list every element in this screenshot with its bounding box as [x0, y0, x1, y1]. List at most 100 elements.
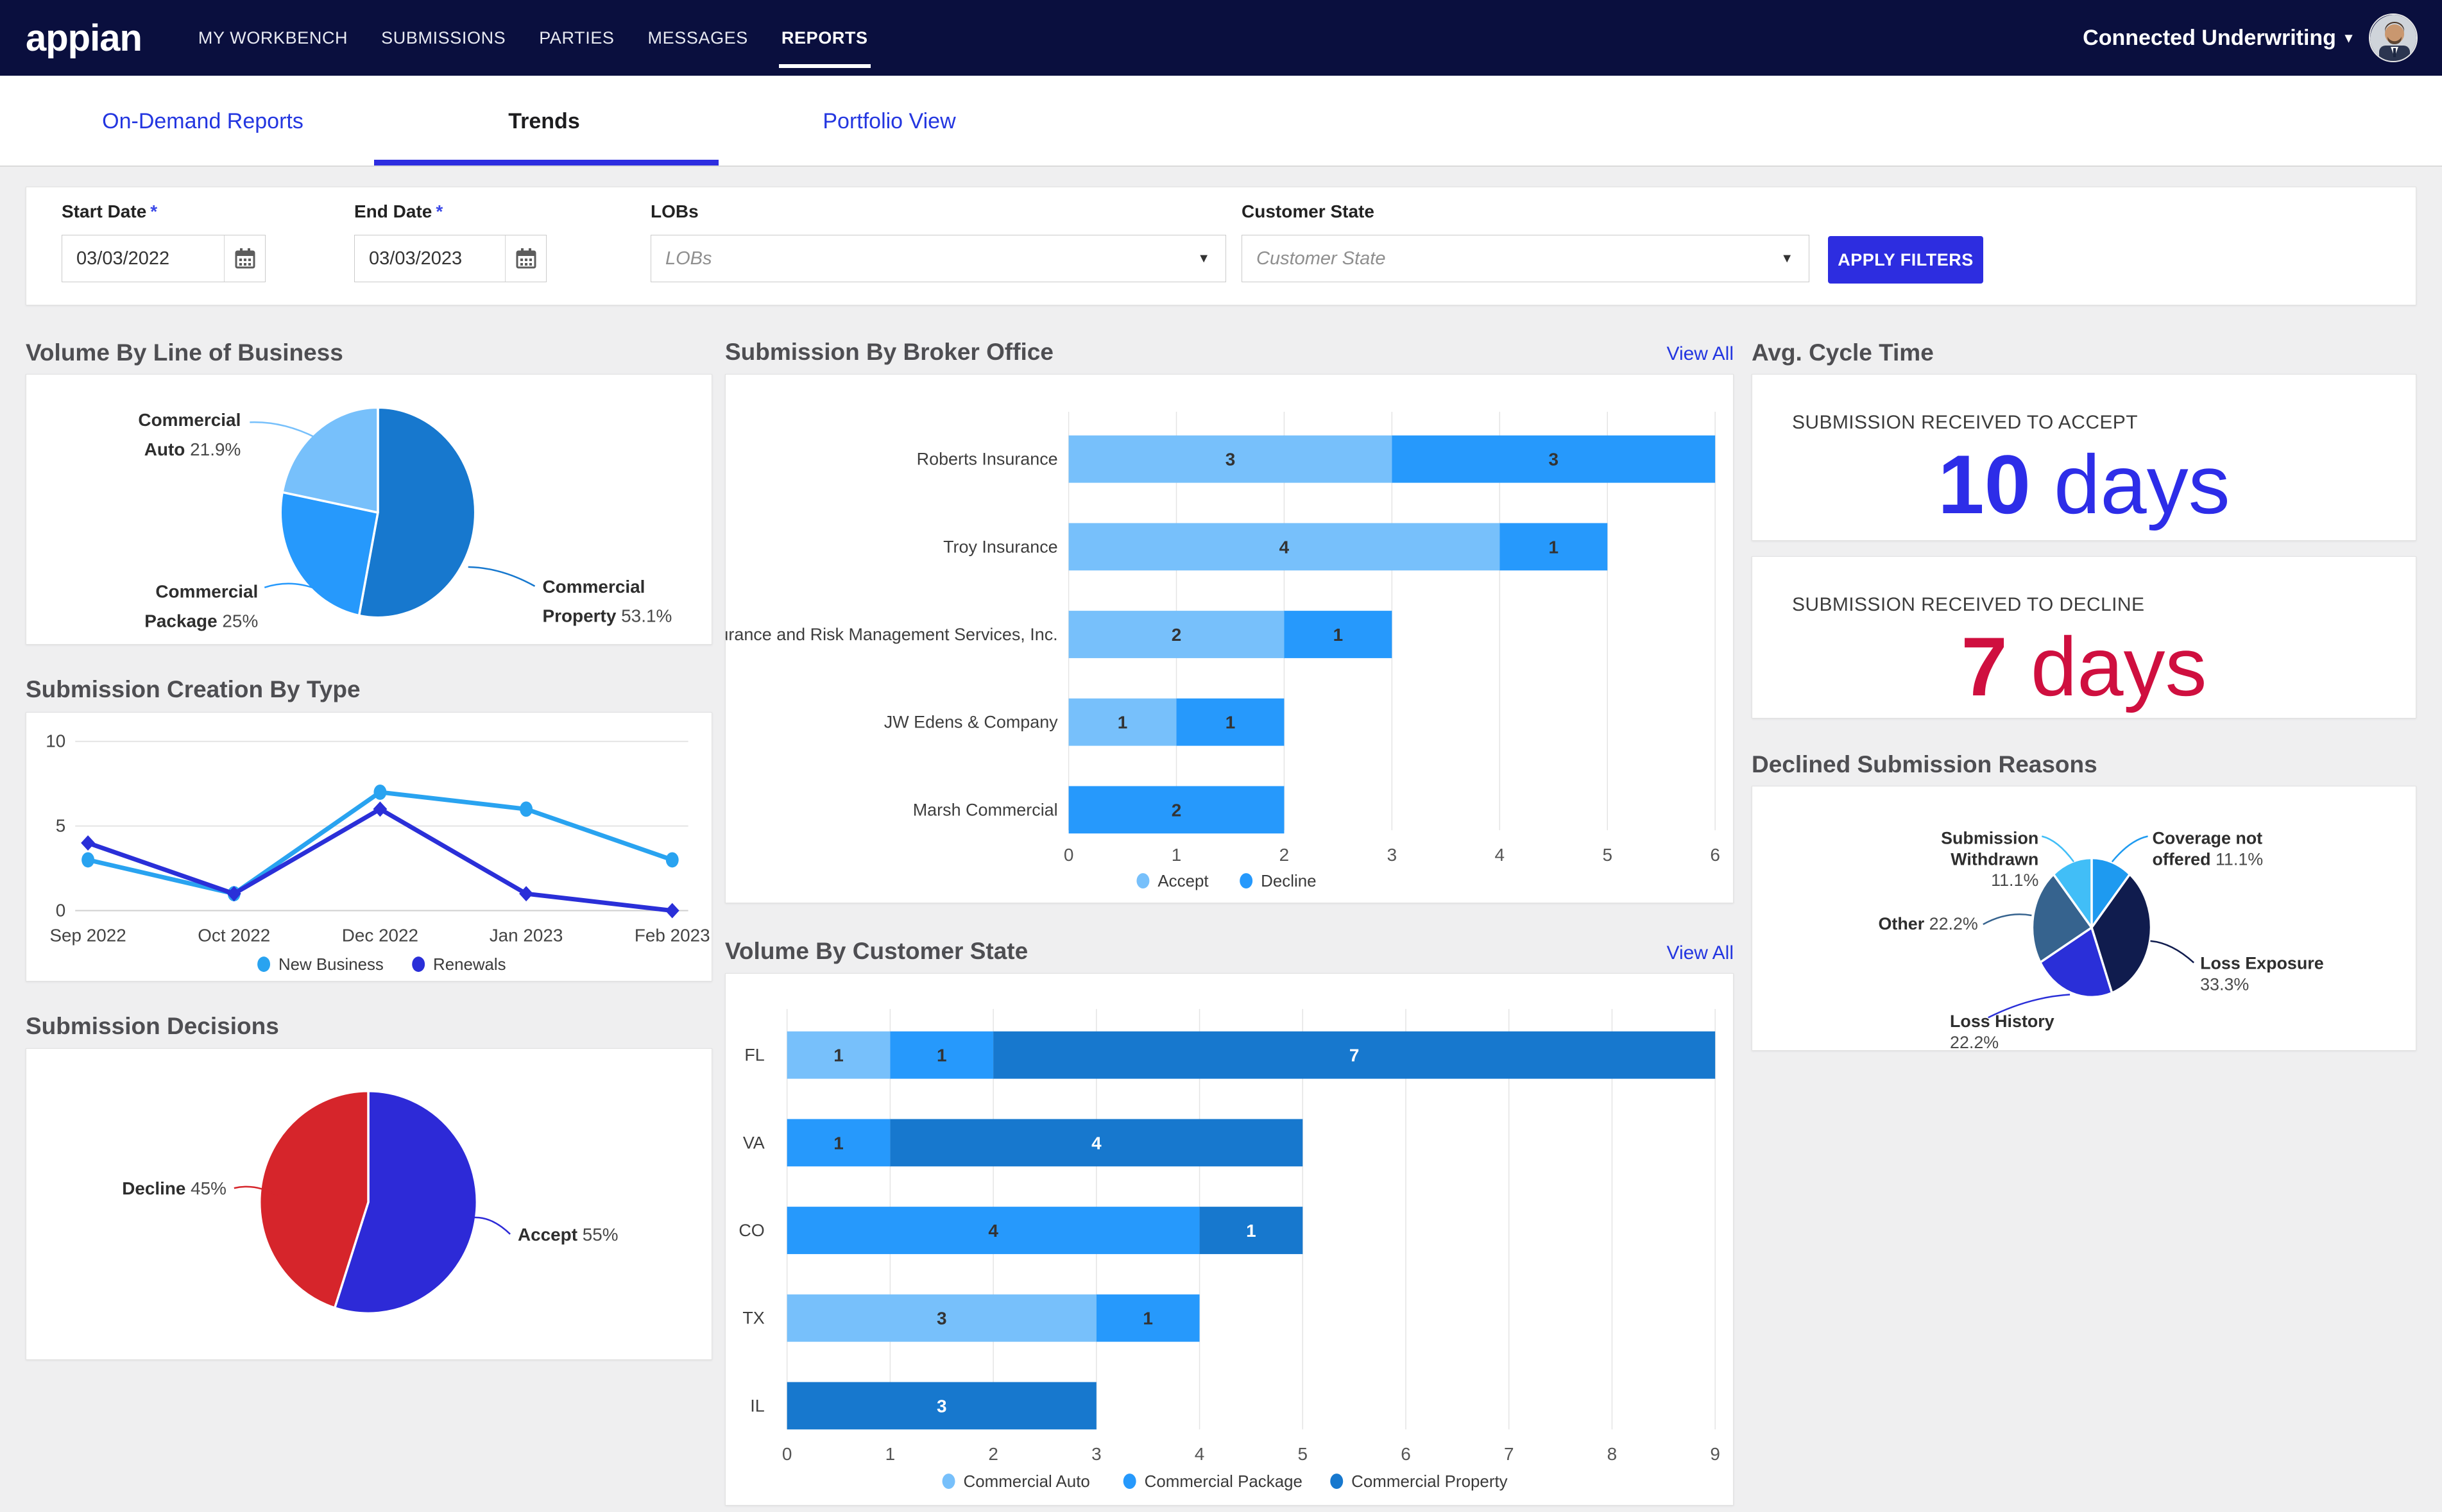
filters-panel: Start Date * 03/03/2022 End Date * 03/03/2… [26, 187, 2416, 305]
svg-text:Commercial Package: Commercial Package [1145, 1473, 1302, 1491]
svg-text:JW Edens & Company: JW Edens & Company [884, 713, 1058, 732]
svg-text:2: 2 [1172, 625, 1182, 645]
svg-text:2: 2 [1279, 845, 1290, 865]
start-date-value: 03/03/2022 [76, 248, 170, 269]
broker-office-view-all-link[interactable]: View All [1666, 343, 1734, 365]
svg-text:FL: FL [744, 1046, 764, 1065]
volume-by-lob-pie-chart: Commercial Auto 21.9% Commercial Property 5… [26, 375, 712, 644]
user-avatar[interactable] [2369, 13, 2418, 62]
cycle-accept-label: SUBMISSION RECEIVED TO ACCEPT [1792, 412, 2138, 433]
nav-item-submissions[interactable]: SUBMISSIONS [381, 0, 506, 76]
volume-by-lob-title: Volume By Line of Business [26, 339, 343, 366]
customer-state-select[interactable]: Customer State ▼ [1242, 235, 1809, 282]
svg-text:Decline: Decline [1261, 872, 1316, 890]
cycle-time-decline-card: SUBMISSION RECEIVED TO DECLINE 7 days [1752, 556, 2416, 718]
calendar-icon [235, 248, 255, 269]
start-date-label: Start Date * [62, 201, 158, 221]
svg-text:Other 22.2%: Other 22.2% [1879, 914, 1978, 933]
svg-text:offered 11.1%: offered 11.1% [2152, 849, 2263, 869]
svg-text:11.1%: 11.1% [1991, 871, 2038, 890]
svg-text:Property 53.1%: Property 53.1% [542, 606, 672, 626]
svg-text:IL: IL [750, 1396, 764, 1415]
svg-text:Dec 2022: Dec 2022 [342, 925, 418, 945]
cycle-time-title: Avg. Cycle Time [1752, 339, 1934, 366]
tab-trends[interactable]: Trends [508, 76, 579, 167]
svg-text:Coverage not: Coverage not [2152, 829, 2262, 848]
svg-text:CO: CO [739, 1221, 764, 1240]
required-marker: * [436, 201, 443, 221]
svg-text:1: 1 [937, 1046, 947, 1066]
svg-text:1: 1 [1143, 1309, 1153, 1329]
nav-item-parties[interactable]: PARTIES [539, 0, 614, 76]
svg-text:5: 5 [1298, 1444, 1308, 1464]
svg-text:3: 3 [937, 1309, 947, 1329]
customer-state-placeholder: Customer State [1256, 248, 1386, 269]
calendar-picker-button[interactable] [505, 235, 546, 282]
svg-text:1: 1 [1246, 1221, 1256, 1241]
calendar-icon [516, 248, 536, 269]
svg-text:9: 9 [1710, 1444, 1720, 1464]
broker-office-title: Submission By Broker Office [725, 339, 1054, 365]
tab-on-demand-reports[interactable]: On-Demand Reports [102, 76, 303, 167]
svg-text:8: 8 [1607, 1444, 1618, 1464]
customer-state-header: Volume By Customer State View All [725, 938, 1734, 966]
declined-reasons-card: Submission Withdrawn 11.1% Coverage not offe… [1752, 786, 2416, 1052]
customer-state-view-all-link[interactable]: View All [1666, 942, 1734, 964]
svg-text:3: 3 [1091, 1444, 1102, 1464]
nav-item-my-workbench[interactable]: MY WORKBENCH [198, 0, 348, 76]
tab-portfolio-view[interactable]: Portfolio View [823, 76, 955, 167]
apply-filters-button[interactable]: APPLY FILTERS [1828, 236, 1983, 284]
chevron-down-icon: ▾ [2344, 30, 2352, 46]
top-navigation: appian MY WORKBENCH SUBMISSIONS PARTIES … [0, 0, 2442, 76]
svg-text:1: 1 [885, 1444, 896, 1464]
active-tab-indicator [374, 160, 719, 166]
chevron-down-icon: ▼ [1197, 251, 1210, 266]
svg-text:6: 6 [1401, 1444, 1411, 1464]
declined-reasons-title: Declined Submission Reasons [1752, 751, 2097, 777]
svg-text:Roberts Insurance: Roberts Insurance [917, 450, 1058, 469]
svg-text:1: 1 [1333, 625, 1344, 645]
submission-decisions-card: Decline 45% Accept 55% [26, 1048, 712, 1360]
svg-text:Commercial: Commercial [155, 582, 258, 602]
svg-text:6: 6 [1710, 845, 1720, 865]
end-date-label: End Date * [354, 201, 443, 221]
svg-text:5: 5 [1602, 845, 1612, 865]
start-date-input[interactable]: 03/03/2022 [62, 235, 266, 282]
broker-office-bar-chart: 0 1 2 3 4 5 6 3 3 Roberts Insurance 4 1 Troy Insuran… [696, 375, 1733, 903]
svg-text:1: 1 [1118, 713, 1128, 733]
creation-by-type-card: 0 5 10 Sep 2022 Oct 2022 Dec 2022 Jan 2023 Feb … [26, 712, 712, 981]
svg-text:4: 4 [1495, 845, 1505, 865]
cycle-decline-label: SUBMISSION RECEIVED TO DECLINE [1792, 594, 2145, 615]
submission-decisions-title: Submission Decisions [26, 1013, 279, 1039]
svg-text:33.3%: 33.3% [2200, 974, 2249, 994]
submission-decisions-pie-chart: Decline 45% Accept 55% [26, 1049, 712, 1359]
svg-text:2: 2 [1172, 800, 1182, 820]
appian-logo: appian [26, 17, 142, 59]
cycle-decline-value: 7 days [1961, 620, 2207, 713]
lobs-select[interactable]: LOBs ▼ [651, 235, 1226, 282]
svg-text:3: 3 [1225, 450, 1236, 470]
svg-text:Troy Insurance: Troy Insurance [943, 537, 1058, 556]
chevron-down-icon: ▼ [1780, 251, 1793, 266]
end-date-input[interactable]: 03/03/2023 [354, 235, 547, 282]
svg-text:Commercial: Commercial [542, 577, 645, 597]
svg-text:1: 1 [833, 1133, 844, 1153]
svg-text:Withdrawn: Withdrawn [1951, 849, 2038, 869]
nav-item-reports[interactable]: REPORTS [778, 0, 871, 76]
lobs-placeholder: LOBs [665, 248, 712, 269]
svg-text:Feb 2023: Feb 2023 [635, 925, 710, 945]
svg-text:2: 2 [988, 1444, 998, 1464]
svg-text:Loss History: Loss History [1950, 1012, 2054, 1031]
customer-state-bar-chart: 0 1 2 3 4 5 6 7 8 9 1 1 7 FL 1 4 VA 4 1 CO 3 1 TX 3 IL Commercial… [726, 974, 1733, 1505]
creation-by-type-line-chart: 0 5 10 Sep 2022 Oct 2022 Dec 2022 Jan 2023 Feb … [26, 713, 712, 981]
svg-text:4: 4 [1279, 537, 1290, 557]
nav-item-messages[interactable]: MESSAGES [648, 0, 748, 76]
svg-text:4: 4 [1091, 1133, 1102, 1153]
svg-text:Commercial Property: Commercial Property [1351, 1473, 1507, 1491]
svg-text:3: 3 [1387, 845, 1397, 865]
svg-text:1: 1 [833, 1046, 844, 1066]
svg-text:22.2%: 22.2% [1950, 1033, 1999, 1050]
workspace-switcher[interactable]: Connected Underwriting ▾ [2083, 26, 2352, 51]
calendar-picker-button[interactable] [224, 235, 265, 282]
svg-text:4: 4 [988, 1221, 998, 1241]
